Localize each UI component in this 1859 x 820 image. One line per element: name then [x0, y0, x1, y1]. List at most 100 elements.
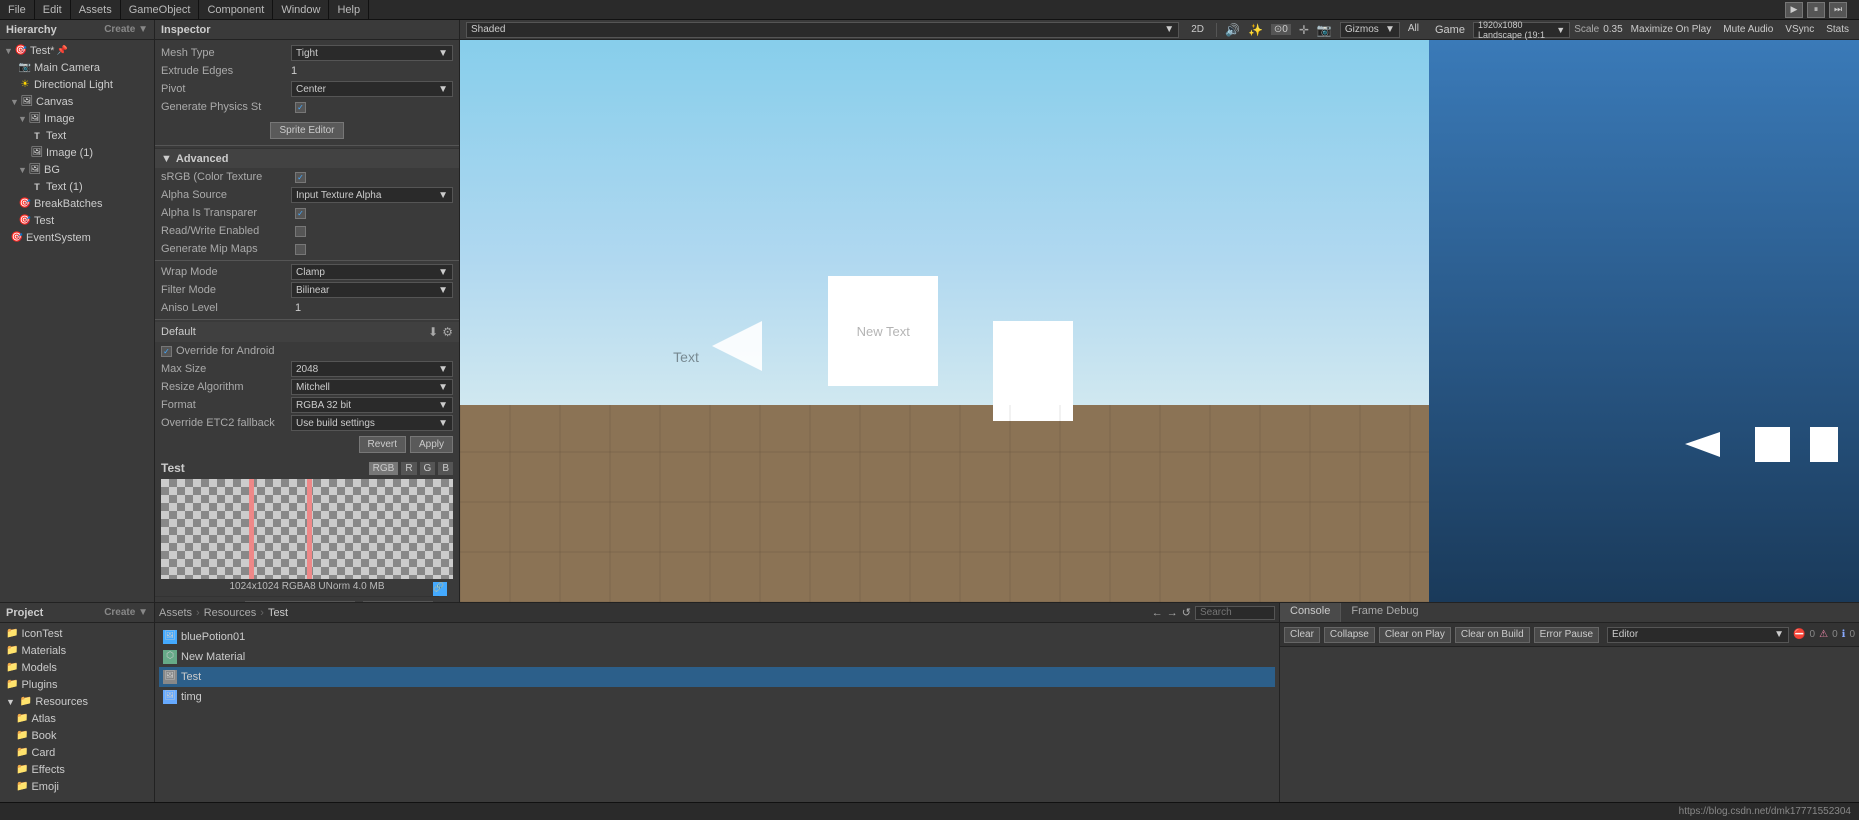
- download-icon[interactable]: ⬇: [428, 325, 438, 339]
- test-asset-icon: 🖼: [163, 670, 177, 684]
- project-item-emoji[interactable]: 📁 Emoji: [0, 778, 154, 795]
- scene-all-btn[interactable]: All: [1404, 22, 1423, 38]
- hierarchy-item-image1[interactable]: 🖼 Image (1): [0, 144, 154, 161]
- hierarchy-label-test: Test*: [30, 45, 54, 57]
- editor-dropdown[interactable]: Editor ▼: [1607, 627, 1789, 643]
- gen-mip-checkbox[interactable]: [295, 244, 306, 255]
- sprite-editor-button[interactable]: Sprite Editor: [270, 122, 343, 139]
- texture-preview-section: Test RGB R G B 1024x1024 RGBA8 UNorm 4.0…: [155, 457, 459, 596]
- clear-on-build-button[interactable]: Clear on Build: [1455, 627, 1530, 643]
- project-item-plugins[interactable]: 📁 Plugins: [0, 676, 154, 693]
- tree-arrow-image: ▼: [18, 114, 28, 124]
- assets-forward-icon[interactable]: →: [1167, 607, 1178, 619]
- assets-back-icon[interactable]: ←: [1152, 607, 1163, 619]
- hierarchy-item-image[interactable]: ▼ 🖼 Image: [0, 110, 154, 127]
- hierarchy-create[interactable]: Create ▼: [104, 24, 148, 35]
- mute-audio-btn[interactable]: Mute Audio: [1719, 23, 1777, 36]
- filter-mode-dropdown[interactable]: Bilinear ▼: [291, 282, 453, 298]
- rgb-tab-rgb[interactable]: RGB: [369, 462, 399, 475]
- hierarchy-item-test-obj[interactable]: 🎯 Test: [0, 212, 154, 229]
- breadcrumb-resources[interactable]: Resources: [204, 607, 257, 619]
- alpha-transp-checkbox[interactable]: [295, 208, 306, 219]
- project-item-resources[interactable]: ▼ 📁 Resources: [0, 693, 154, 710]
- alpha-transp-label: Alpha Is Transparer: [161, 207, 291, 219]
- speaker-icon[interactable]: 🔊: [1225, 23, 1240, 37]
- clear-button[interactable]: Clear: [1284, 627, 1320, 643]
- menu-file[interactable]: File: [0, 0, 35, 19]
- step-button[interactable]: ⏭: [1829, 2, 1847, 18]
- menu-window[interactable]: Window: [273, 0, 329, 19]
- texture-link-icon[interactable]: 🔗: [433, 582, 447, 596]
- gizmos-dropdown[interactable]: Gizmos ▼: [1340, 22, 1400, 38]
- menu-component[interactable]: Component: [199, 0, 273, 19]
- assets-search-input[interactable]: [1195, 606, 1275, 620]
- mesh-type-dropdown[interactable]: Tight ▼: [291, 45, 453, 61]
- format-value: RGBA 32 bit: [296, 400, 351, 411]
- vsync-btn[interactable]: VSync: [1781, 23, 1818, 36]
- pivot-dropdown[interactable]: Center ▼: [291, 81, 453, 97]
- override-android-checkbox[interactable]: [161, 346, 172, 357]
- hierarchy-item-canvas[interactable]: ▼ 🖼 Canvas: [0, 93, 154, 110]
- rgb-tab-g[interactable]: G: [420, 462, 436, 475]
- assets-refresh-icon[interactable]: ↺: [1182, 606, 1191, 619]
- project-item-models[interactable]: 📁 Models: [0, 659, 154, 676]
- camera-icon-toolbar[interactable]: 📷: [1317, 23, 1332, 37]
- menu-assets[interactable]: Assets: [71, 0, 121, 19]
- move-tool[interactable]: ✛: [1299, 23, 1309, 37]
- menu-help[interactable]: Help: [329, 0, 369, 19]
- project-item-effects[interactable]: 📁 Effects: [0, 761, 154, 778]
- error-pause-button[interactable]: Error Pause: [1534, 627, 1599, 643]
- assets-item-timg[interactable]: 🖼 timg: [159, 687, 1275, 707]
- effects-icon[interactable]: ✨: [1248, 23, 1263, 37]
- rgb-tab-r[interactable]: R: [401, 462, 416, 475]
- hierarchy-item-directional-light[interactable]: ☀ Directional Light: [0, 76, 154, 93]
- max-size-dropdown[interactable]: 2048 ▼: [291, 361, 453, 377]
- hierarchy-item-test[interactable]: ▼ 🎯 Test* 📌: [0, 42, 154, 59]
- pause-button[interactable]: ⏸: [1807, 2, 1825, 18]
- project-create[interactable]: Create ▼: [104, 607, 148, 618]
- max-size-arrow: ▼: [438, 364, 448, 375]
- project-item-materials[interactable]: 📁 Materials: [0, 642, 154, 659]
- override-etc2-dropdown[interactable]: Use build settings ▼: [291, 415, 453, 431]
- hierarchy-item-break-batches[interactable]: 🎯 BreakBatches: [0, 195, 154, 212]
- resolution-dropdown[interactable]: 1920x1080 Landscape (19:1 ▼: [1473, 22, 1570, 38]
- project-item-book[interactable]: 📁 Book: [0, 727, 154, 744]
- format-dropdown[interactable]: RGBA 32 bit ▼: [291, 397, 453, 413]
- project-item-atlas[interactable]: 📁 Atlas: [0, 710, 154, 727]
- gen-physics-checkbox[interactable]: [295, 102, 306, 113]
- scene-view[interactable]: Text New Text: [460, 40, 1429, 602]
- settings-icon[interactable]: ⚙: [442, 325, 453, 339]
- assets-item-test[interactable]: 🖼 Test: [159, 667, 1275, 687]
- format-label: Format: [161, 399, 291, 411]
- assets-item-new-material[interactable]: ⬡ New Material: [159, 647, 1275, 667]
- shaded-dropdown[interactable]: Shaded ▼: [466, 22, 1179, 38]
- project-item-card[interactable]: 📁 Card: [0, 744, 154, 761]
- hierarchy-item-bg[interactable]: ▼ 🖼 BG: [0, 161, 154, 178]
- tab-frame-debug[interactable]: Frame Debug: [1341, 603, 1428, 622]
- wrap-mode-dropdown[interactable]: Clamp ▼: [291, 264, 453, 280]
- rgb-tab-b[interactable]: B: [438, 462, 453, 475]
- collapse-button[interactable]: Collapse: [1324, 627, 1375, 643]
- scene-new-text: New Text: [857, 324, 910, 339]
- alpha-source-dropdown[interactable]: Input Texture Alpha ▼: [291, 187, 453, 203]
- apply-button[interactable]: Apply: [410, 436, 453, 453]
- assets-item-bluepotion[interactable]: 🖼 bluePotion01: [159, 627, 1275, 647]
- hierarchy-item-text1[interactable]: T Text: [0, 127, 154, 144]
- revert-button[interactable]: Revert: [359, 436, 406, 453]
- project-item-icontest[interactable]: 📁 IconTest: [0, 625, 154, 642]
- menu-gameobject[interactable]: GameObject: [121, 0, 200, 19]
- maximize-on-play-btn[interactable]: Maximize On Play: [1627, 23, 1716, 36]
- clear-on-play-button[interactable]: Clear on Play: [1379, 627, 1451, 643]
- srgb-checkbox[interactable]: [295, 172, 306, 183]
- scene-2d-btn[interactable]: 2D: [1187, 23, 1208, 36]
- tab-console[interactable]: Console: [1280, 603, 1341, 622]
- read-write-checkbox[interactable]: [295, 226, 306, 237]
- hierarchy-item-event-system[interactable]: 🎯 EventSystem: [0, 229, 154, 246]
- resize-algo-dropdown[interactable]: Mitchell ▼: [291, 379, 453, 395]
- stats-btn[interactable]: Stats: [1822, 23, 1853, 36]
- breadcrumb-assets[interactable]: Assets: [159, 607, 192, 619]
- menu-edit[interactable]: Edit: [35, 0, 71, 19]
- hierarchy-item-text2[interactable]: T Text (1): [0, 178, 154, 195]
- hierarchy-item-main-camera[interactable]: 📷 Main Camera: [0, 59, 154, 76]
- play-button[interactable]: ▶: [1785, 2, 1803, 18]
